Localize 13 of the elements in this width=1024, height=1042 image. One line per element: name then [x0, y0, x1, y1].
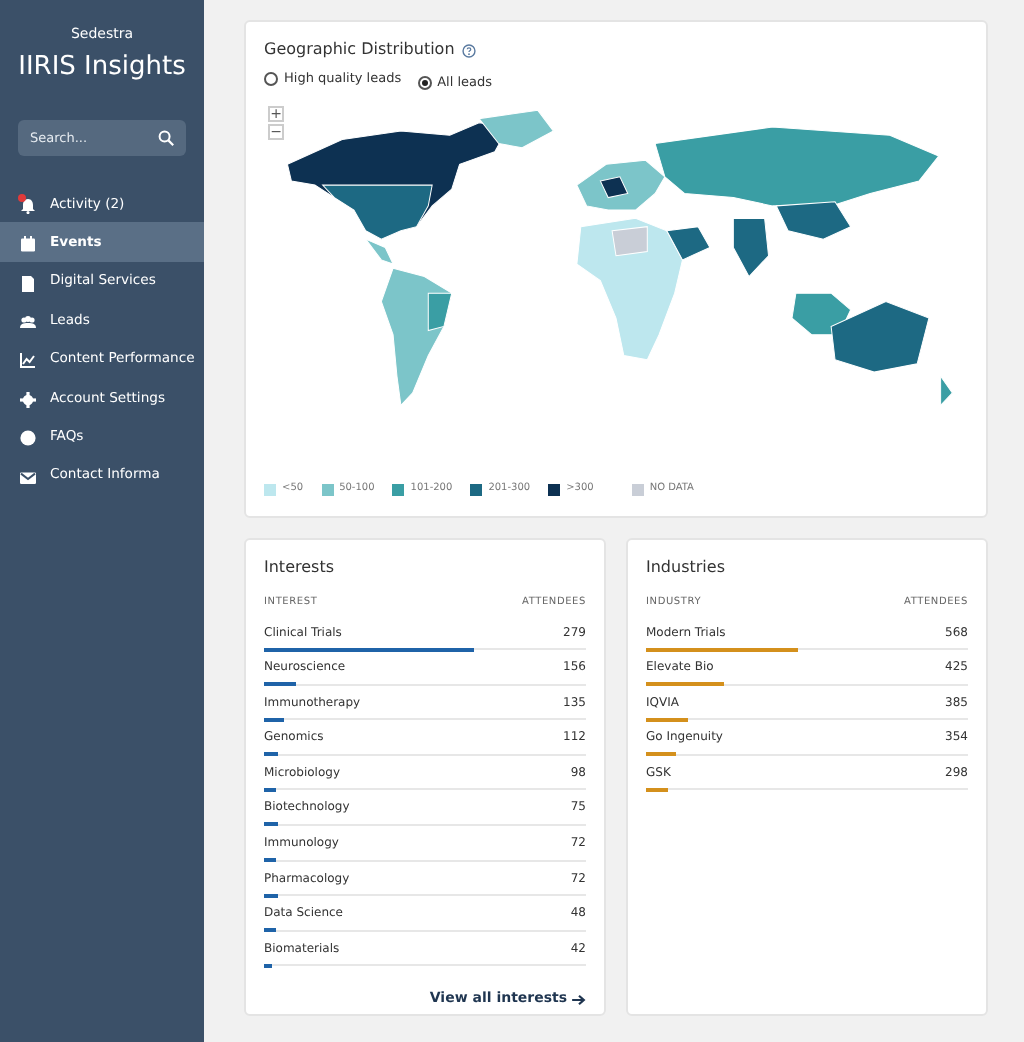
people-icon: [20, 311, 36, 328]
world-map-drawing[interactable]: [286, 109, 953, 407]
card-title: Interests: [264, 556, 336, 580]
calendar-icon: [20, 234, 36, 251]
search-icon[interactable]: [158, 130, 174, 146]
card-title: Industries: [646, 556, 727, 580]
app-title: IIRIS Insights: [16, 49, 188, 85]
help-icon[interactable]: [461, 43, 476, 57]
chart-icon: [20, 350, 36, 367]
document-icon: [20, 272, 36, 289]
arrow-right-icon: [572, 993, 586, 1006]
envelope-icon: [20, 466, 36, 483]
card-title: Geographic Distribution: [264, 38, 455, 62]
